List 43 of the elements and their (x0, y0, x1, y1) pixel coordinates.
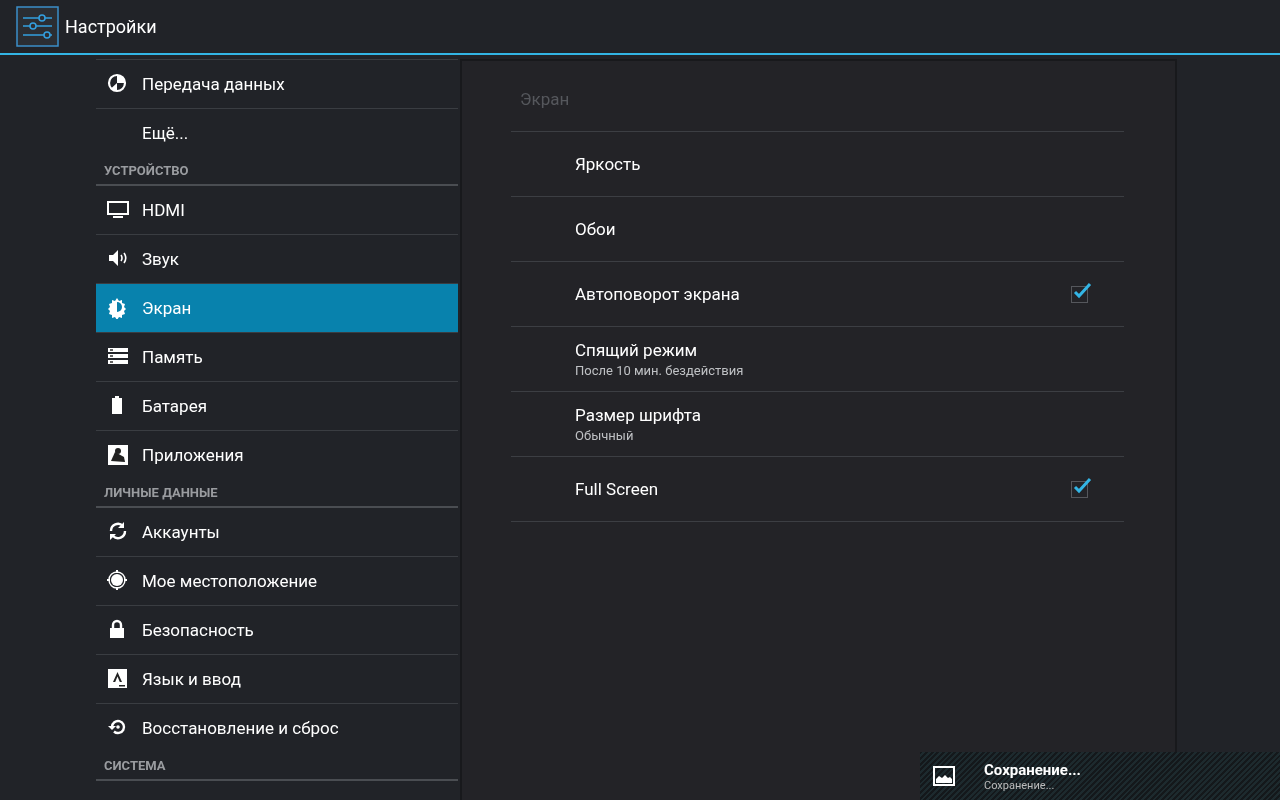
setting-title: Размер шрифта (575, 405, 702, 425)
setting-summary: После 10 мин. бездействия (575, 363, 745, 378)
sidebar-item[interactable]: Ещё... (96, 108, 458, 157)
checkbox[interactable] (1071, 480, 1088, 498)
notification-title: Сохранение... (984, 760, 1081, 779)
sidebar-item[interactable]: Восстановление и сброс (96, 703, 458, 752)
sidebar-item[interactable]: Аккаунты (96, 508, 458, 556)
monitor-icon (107, 199, 129, 221)
setting-row[interactable]: Спящий режим После 10 мин. бездействия (511, 327, 1124, 392)
setting-row[interactable]: Яркость (511, 132, 1124, 197)
setting-row[interactable]: Размер шрифта Обычный (511, 392, 1124, 457)
setting-title: Яркость (575, 154, 642, 174)
section-header: ЛИЧНЫЕ ДАННЫЕ (96, 479, 458, 508)
sync-icon (107, 521, 129, 543)
location-icon (107, 570, 129, 592)
setting-row[interactable]: Full Screen (511, 457, 1124, 522)
sidebar-item[interactable]: Приложения (96, 430, 458, 479)
setting-title: Спящий режим (575, 340, 699, 360)
apps-icon (107, 444, 129, 466)
image-icon (933, 766, 955, 786)
sidebar-item[interactable]: HDMI (96, 186, 458, 234)
checkbox[interactable] (1071, 285, 1088, 303)
keyboard-letter-icon (107, 668, 129, 690)
sidebar-item[interactable]: Батарея (96, 381, 458, 430)
sidebar-item[interactable]: Память (96, 332, 458, 381)
notification-text: Сохранение... (984, 778, 1056, 792)
data-usage-icon (107, 73, 129, 95)
sidebar-item[interactable]: Мое местоположение (96, 556, 458, 605)
sidebar-item[interactable]: Язык и ввод (96, 654, 458, 703)
setting-row[interactable]: Автоповорот экрана (511, 262, 1124, 327)
setting-summary: Обычный (575, 428, 635, 443)
setting-title: Автоповорот экрана (575, 284, 741, 304)
setting-title: Обои (575, 219, 617, 239)
section-header: СИСТЕМА (96, 752, 458, 781)
setting-row[interactable]: Обои (511, 197, 1124, 262)
app-title: Настройки (65, 16, 157, 37)
sidebar-item[interactable]: Безопасность (96, 605, 458, 654)
brightness-icon (107, 297, 129, 319)
sidebar-item[interactable]: Передача данных (96, 59, 458, 108)
setting-title: Full Screen (575, 479, 660, 499)
sidebar-item[interactable]: Экран (96, 283, 458, 332)
settings-app-icon[interactable] (16, 6, 59, 47)
section-header: УСТРОЙСТВО (96, 157, 458, 186)
